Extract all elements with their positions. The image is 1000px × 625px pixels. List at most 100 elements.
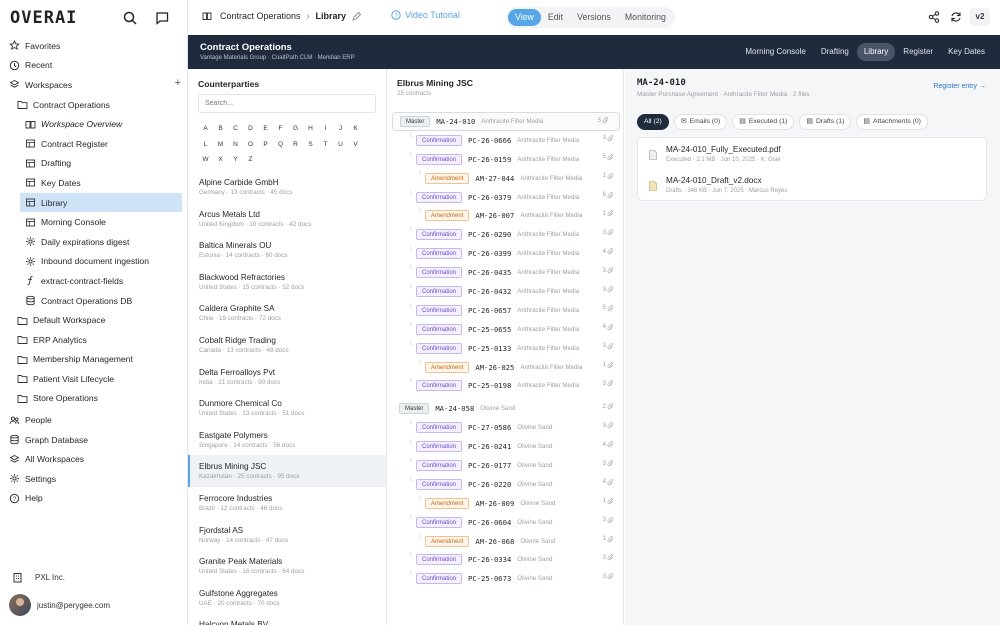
sidebar-item-contract-operations[interactable]: Contract Operations [0, 95, 187, 115]
letter-filter-c[interactable]: C [228, 121, 243, 137]
table-row[interactable]: └ Confirmation PC-25-0673 Olivine Sand 3 [387, 569, 623, 588]
letter-filter-t[interactable]: T [318, 137, 333, 153]
sidebar-item-workspaces[interactable]: Workspaces + [0, 75, 187, 95]
mode-tab-versions[interactable]: Versions [570, 9, 618, 26]
list-item[interactable]: Cobalt Ridge Trading Canada · 13 contract… [188, 329, 386, 361]
letter-filter-i[interactable]: I [318, 121, 333, 137]
letter-filter-b[interactable]: B [213, 121, 228, 137]
file-row[interactable]: MA-24-010_Fully_Executed.pdf Executed · 2… [638, 140, 986, 170]
tab-morning-console[interactable]: Morning Console [738, 43, 812, 61]
mode-tab-monitoring[interactable]: Monitoring [618, 9, 673, 26]
letter-filter-k[interactable]: K [348, 121, 363, 137]
file-tab-emails[interactable]: ✉ Emails (0) [673, 114, 728, 130]
list-item[interactable]: Caldera Graphite SA Chile · 19 contracts … [188, 297, 386, 329]
letter-filter-h[interactable]: H [303, 121, 318, 137]
tab-drafting[interactable]: Drafting [814, 43, 856, 61]
table-row[interactable]: └ Confirmation PC-26-0379 Anthracite Filter… [387, 188, 623, 207]
letter-filter-u[interactable]: U [333, 137, 348, 153]
letter-filter-f[interactable]: F [273, 121, 288, 137]
user-menu[interactable]: justin@perygee.com [9, 594, 110, 616]
version-badge[interactable]: v2 [970, 8, 990, 26]
org-switcher[interactable]: PXL Inc. [12, 572, 65, 583]
letter-filter-j[interactable]: J [333, 121, 348, 137]
sidebar-item-recent[interactable]: Recent [0, 56, 187, 76]
table-row[interactable]: └ Confirmation PC-27-0586 Olivine Sand 3 [387, 418, 623, 437]
list-item[interactable]: Halcyon Metals BV [188, 613, 386, 625]
sidebar-item-people[interactable]: People [0, 410, 187, 430]
video-tutorial-link[interactable]: ? Video Tutorial [391, 10, 460, 20]
register-entry-link[interactable]: Register entry → [933, 83, 986, 90]
letter-filter-w[interactable]: W [198, 152, 213, 168]
list-item[interactable]: Delta Ferroalloys Pvt India · 21 contract… [188, 361, 386, 393]
letter-filter-v[interactable]: V [348, 137, 363, 153]
letter-filter-q[interactable]: Q [273, 137, 288, 153]
sidebar-item-help[interactable]: ? Help [0, 489, 187, 509]
list-item[interactable]: Blackwood Refractories United States · 15… [188, 266, 386, 298]
letter-filter-s[interactable]: S [303, 137, 318, 153]
list-item[interactable]: Granite Peak Materials United States · 16… [188, 550, 386, 582]
list-item[interactable]: Ferrocore Industries Brazil · 12 contract… [188, 487, 386, 519]
list-item[interactable]: Elbrus Mining JSC Kazakhstan · 25 contrac… [188, 455, 386, 487]
list-item[interactable]: Dunmore Chemical Co United States · 13 co… [188, 392, 386, 424]
tab-register[interactable]: Register [896, 43, 940, 61]
mode-tab-view[interactable]: View [508, 9, 541, 26]
table-row[interactable]: └ Confirmation PC-26-0334 Olivine Sand 3 [387, 550, 623, 569]
sidebar-item-favorites[interactable]: Favorites [0, 36, 187, 56]
pencil-icon[interactable] [352, 11, 362, 21]
table-row[interactable]: └ Confirmation PC-26-0435 Anthracite Filter… [387, 263, 623, 282]
tab-library[interactable]: Library [856, 43, 896, 61]
sidebar-item-extract-contract-fields[interactable]: extract-contract-fields [0, 271, 187, 291]
table-row[interactable]: └ Amendment AM-26-025 Anthracite Filter Med… [387, 358, 623, 377]
sidebar-item-contract-register[interactable]: Contract Register [0, 134, 187, 154]
table-row[interactable]: └ Amendment AM-26-009 Olivine Sand 1 [387, 494, 623, 513]
list-item[interactable]: Gulfstone Aggregates UAE · 20 contracts ·… [188, 582, 386, 614]
table-row[interactable]: └ Confirmation PC-26-0604 Olivine Sand 3 [387, 513, 623, 532]
table-row[interactable]: Master MA-24-058 Olivine Sand 2 [387, 399, 623, 418]
table-row[interactable]: └ Confirmation PC-26-0432 Anthracite Filter… [387, 282, 623, 301]
sidebar-item-inbound-document-ingestion[interactable]: Inbound document ingestion [0, 252, 187, 272]
table-row[interactable]: └ Confirmation PC-25-0198 Anthracite Filter… [387, 376, 623, 395]
sidebar-item-graph-database[interactable]: Graph Database [0, 430, 187, 450]
list-item[interactable]: Alpine Carbide GmbH Germany · 13 contract… [188, 171, 386, 203]
refresh-icon[interactable] [949, 10, 963, 24]
letter-filter-z[interactable]: Z [243, 152, 258, 168]
file-row[interactable]: MA-24-010_Draft_v2.docx Drafts · 348 KB ·… [638, 171, 986, 201]
table-row[interactable]: └ Confirmation PC-25-0133 Anthracite Filter… [387, 339, 623, 358]
letter-filter-g[interactable]: G [288, 121, 303, 137]
sidebar-item-daily-expirations-digest[interactable]: Daily expirations digest [0, 232, 187, 252]
sidebar-item-settings[interactable]: Settings [0, 469, 187, 489]
sidebar-item-morning-console[interactable]: Morning Console [0, 212, 187, 232]
share-icon[interactable] [927, 10, 941, 24]
table-row[interactable]: └ Confirmation PC-26-0177 Olivine Sand 3 [387, 456, 623, 475]
letter-filter-p[interactable]: P [258, 137, 273, 153]
table-row[interactable]: └ Confirmation PC-26-0220 Olivine Sand 4 [387, 475, 623, 494]
table-row[interactable]: └ Confirmation PC-25-0655 Anthracite Filter… [387, 320, 623, 339]
table-row[interactable]: └ Confirmation PC-26-0241 Olivine Sand 4 [387, 437, 623, 456]
table-row[interactable]: Master MA-24-010 Anthracite Filter Media 5 [392, 112, 620, 131]
sidebar-item-all-workspaces[interactable]: All Workspaces [0, 449, 187, 469]
file-tab-attachments[interactable]: ▤ Attachments (0) [856, 114, 928, 130]
table-row[interactable]: └ Confirmation PC-26-0399 Anthracite Filter… [387, 244, 623, 263]
table-row[interactable]: └ Amendment AM-27-044 Anthracite Filter Med… [387, 169, 623, 188]
sidebar-item-patient-visit-lifecycle[interactable]: Patient Visit Lifecycle [0, 369, 187, 389]
sidebar-item-default-workspace[interactable]: Default Workspace [0, 310, 187, 330]
counterparty-search-input[interactable] [198, 94, 376, 113]
sidebar-item-drafting[interactable]: Drafting [0, 154, 187, 174]
list-item[interactable]: Baltica Minerals OU Estonia · 14 contract… [188, 234, 386, 266]
sidebar-item-key-dates[interactable]: Key Dates [0, 173, 187, 193]
file-tab-executed[interactable]: ▤ Executed (1) [732, 114, 795, 130]
table-row[interactable]: └ Confirmation PC-26-0159 Anthracite Filter… [387, 150, 623, 169]
table-row[interactable]: └ Confirmation PC-26-0290 Anthracite Filter… [387, 225, 623, 244]
letter-filter-r[interactable]: R [288, 137, 303, 153]
sidebar-item-workspace-overview[interactable]: Workspace Overview [0, 114, 187, 134]
sidebar-item-store-operations[interactable]: Store Operations [0, 389, 187, 409]
sidebar-item-library[interactable]: Library [20, 192, 182, 213]
breadcrumb-parent[interactable]: Contract Operations [220, 11, 301, 21]
search-icon[interactable] [118, 6, 142, 30]
table-row[interactable]: └ Amendment AM-26-007 Anthracite Filter Med… [387, 206, 623, 225]
list-item[interactable]: Arcus Metals Ltd United Kingdom · 10 cont… [188, 203, 386, 235]
add-workspace-button[interactable]: + [175, 77, 181, 89]
file-tab-all[interactable]: All (2) [637, 114, 669, 130]
table-row[interactable]: └ Amendment AM-26-068 Olivine Sand 1 [387, 532, 623, 551]
letter-filter-o[interactable]: O [243, 137, 258, 153]
